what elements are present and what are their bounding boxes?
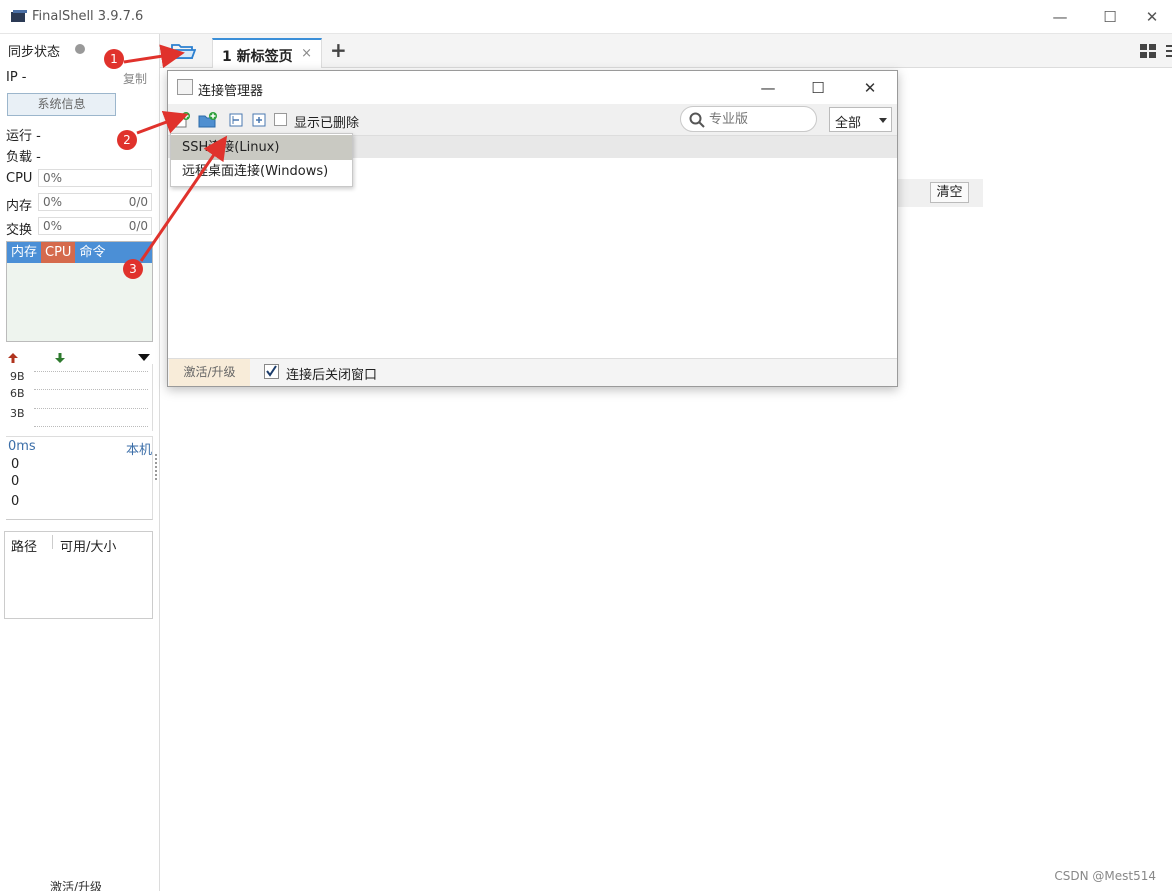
- new-connection-menu: SSH连接(Linux) 远程桌面连接(Windows): [170, 133, 353, 187]
- proc-tab-cmd[interactable]: 命令: [75, 242, 109, 263]
- annotation-badge: 3: [123, 259, 143, 279]
- sync-status-label: 同步状态: [8, 45, 61, 60]
- ping-host[interactable]: 本机: [126, 439, 152, 458]
- sync-status-indicator: [75, 44, 85, 54]
- mem-value: 0%: [43, 195, 63, 209]
- open-folder-icon[interactable]: [170, 41, 196, 61]
- ping-value: 0ms: [8, 439, 36, 454]
- watermark: CSDN @Mest514: [1054, 869, 1156, 883]
- upgrade-button[interactable]: 激活/升级: [169, 359, 250, 386]
- maximize-button[interactable]: ☐: [1090, 6, 1130, 28]
- net-gridline: [34, 408, 148, 409]
- swap-value: 0%: [43, 219, 63, 233]
- tab-bar: 1 新标签页 × +: [160, 34, 1172, 68]
- close-button[interactable]: ✕: [1132, 6, 1172, 28]
- tab-new-page[interactable]: 1 新标签页 ×: [212, 38, 322, 68]
- disk-col-size: 可用/大小: [60, 540, 117, 555]
- new-folder-icon[interactable]: [198, 112, 218, 128]
- annotation-badge: 1: [104, 49, 124, 69]
- app-title: FinalShell 3.9.7.6: [32, 9, 144, 24]
- ping-row: 0: [11, 457, 20, 472]
- dialog-close-button[interactable]: ✕: [852, 77, 888, 99]
- net-gridline: [34, 389, 148, 390]
- search-box[interactable]: [680, 106, 817, 132]
- swap-meter: 0% 0/0: [38, 217, 152, 235]
- finalshell-window: FinalShell 3.9.7.6 — ☐ ✕ 同步状态 IP - 复制 系统…: [0, 0, 1172, 891]
- show-deleted-label: 显示已删除: [294, 116, 360, 131]
- disk-col-path: 路径: [11, 540, 38, 555]
- connection-manager-dialog: 连接管理器 — ☐ ✕ 显示已删除 专业版 全部 激活/升级 连接后关闭窗口: [167, 70, 898, 387]
- network-dropdown-icon[interactable]: [138, 354, 150, 362]
- collapse-all-icon[interactable]: [228, 112, 244, 128]
- copy-link[interactable]: 复制: [123, 70, 147, 87]
- filter-value: 全部: [835, 116, 862, 131]
- search-input[interactable]: [709, 111, 809, 128]
- column-divider: [52, 535, 53, 549]
- menu-item-rdp[interactable]: 远程桌面连接(Windows): [171, 159, 352, 184]
- add-tab-button[interactable]: +: [330, 38, 347, 62]
- net-gridline: [34, 371, 148, 372]
- sidebar-upgrade-link[interactable]: 激活/升级: [50, 878, 102, 891]
- net-level: 6B: [10, 387, 25, 400]
- title-bar: FinalShell 3.9.7.6 — ☐ ✕: [0, 0, 1172, 34]
- dialog-toolbar: 显示已删除 全部: [168, 104, 897, 136]
- tab-label: 1 新标签页: [222, 49, 293, 65]
- mem-meter: 0% 0/0: [38, 193, 152, 211]
- network-graph: 9B 6B 3B: [6, 364, 153, 431]
- dialog-footer: 激活/升级 连接后关闭窗口: [168, 358, 897, 386]
- filter-select[interactable]: 全部: [829, 107, 892, 132]
- menu-icon[interactable]: [1164, 44, 1172, 58]
- show-deleted-checkbox[interactable]: [274, 113, 287, 126]
- dialog-title-bar: 连接管理器 — ☐ ✕: [168, 71, 897, 104]
- system-info-button[interactable]: 系统信息: [7, 93, 116, 116]
- ping-panel: 0ms 本机 0 0 0: [6, 436, 153, 520]
- minimize-button[interactable]: —: [1040, 6, 1080, 28]
- close-after-connect-label: 连接后关闭窗口: [286, 368, 378, 383]
- swap-ratio: 0/0: [128, 219, 148, 233]
- swap-label: 交换: [6, 223, 33, 238]
- net-level: 9B: [10, 370, 25, 383]
- close-after-connect-checkbox[interactable]: [264, 364, 279, 379]
- dialog-title: 连接管理器: [198, 84, 264, 99]
- resize-handle[interactable]: [155, 454, 157, 480]
- cpu-value: 0%: [43, 171, 63, 185]
- expand-all-icon[interactable]: [251, 112, 267, 128]
- proc-tab-mem[interactable]: 内存: [7, 242, 41, 263]
- mem-ratio: 0/0: [128, 195, 148, 209]
- net-level: 3B: [10, 407, 25, 420]
- ip-label: IP -: [6, 70, 27, 85]
- layout-grid-icon[interactable]: [1140, 44, 1156, 58]
- search-icon: [689, 112, 705, 128]
- proc-tab-cpu[interactable]: CPU: [41, 242, 76, 263]
- upload-arrow-icon: [8, 353, 18, 363]
- process-panel: 内存 CPU 命令: [6, 241, 153, 342]
- disk-panel: 路径 可用/大小: [4, 531, 153, 619]
- dialog-minimize-button[interactable]: —: [750, 77, 786, 99]
- chevron-down-icon: [879, 118, 887, 123]
- net-gridline: [34, 426, 148, 427]
- cpu-meter: 0%: [38, 169, 152, 187]
- ping-row: 0: [11, 494, 20, 509]
- java-app-icon: [177, 79, 193, 95]
- tab-close-icon[interactable]: ×: [301, 46, 312, 61]
- download-arrow-icon: [55, 353, 65, 363]
- ping-row: 0: [11, 474, 20, 489]
- cpu-label: CPU: [6, 171, 33, 186]
- annotation-badge: 2: [117, 130, 137, 150]
- app-icon: [11, 10, 27, 22]
- clear-button[interactable]: 清空: [930, 182, 969, 203]
- mem-label: 内存: [6, 199, 33, 214]
- sidebar: 同步状态 IP - 复制 系统信息 运行 - 负载 - CPU 0% 内存 0%…: [0, 34, 160, 891]
- run-label: 运行 -: [6, 129, 41, 144]
- load-label: 负载 -: [6, 150, 41, 165]
- new-connection-icon[interactable]: [174, 112, 190, 128]
- menu-item-ssh[interactable]: SSH连接(Linux): [171, 135, 352, 160]
- dialog-maximize-button[interactable]: ☐: [800, 77, 836, 99]
